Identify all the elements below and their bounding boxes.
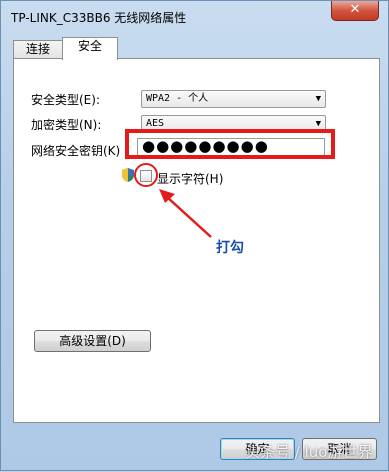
ok-button[interactable]: 确定 xyxy=(220,438,295,460)
annotation-arrow-icon xyxy=(159,189,212,238)
annotation-text: 打勾 xyxy=(216,240,244,256)
wireless-properties-window: TP-LINK_C33BB6 无线网络属性 ✕ 连接 安全 安全类型(E): W… xyxy=(0,0,389,471)
cancel-button[interactable]: 取消 xyxy=(302,438,377,460)
tab-security[interactable]: 安全 xyxy=(62,37,118,60)
advanced-settings-button[interactable]: 高级设置(D) xyxy=(34,330,151,352)
